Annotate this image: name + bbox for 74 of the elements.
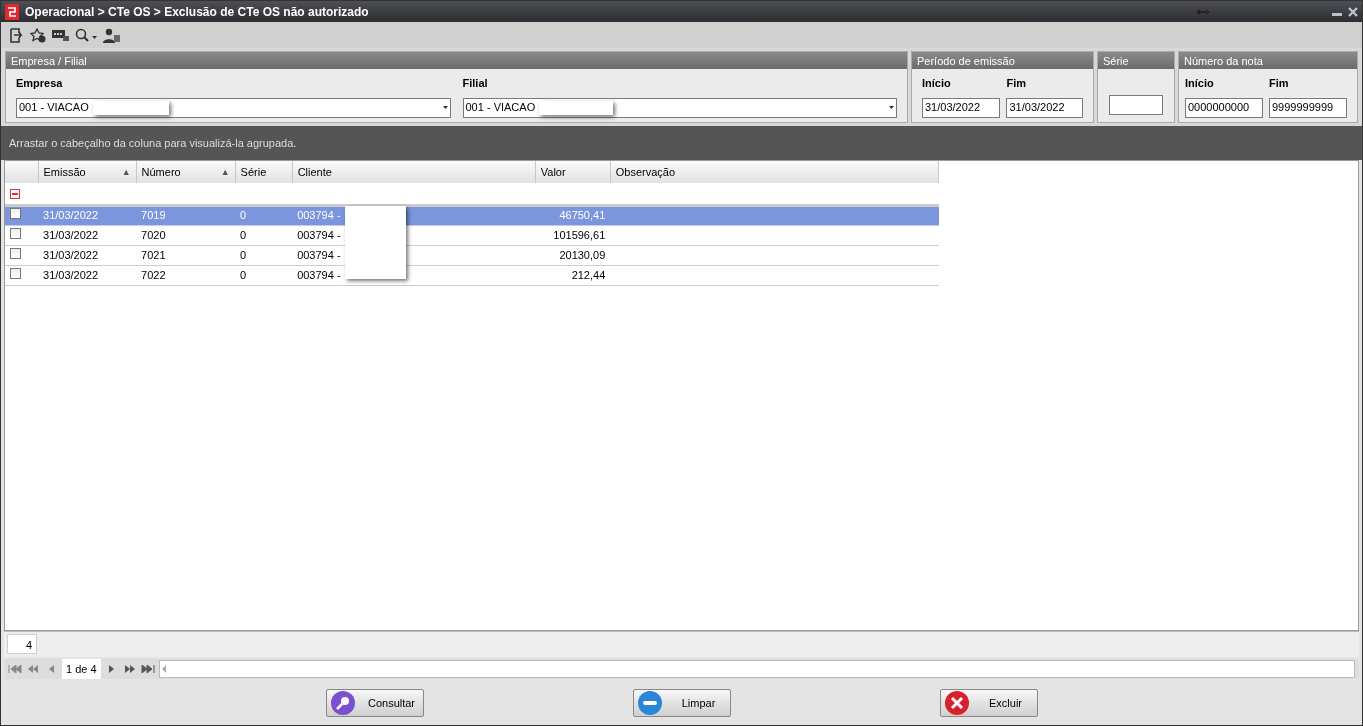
table-cell: 0 <box>240 228 247 241</box>
app-logo-icon <box>5 3 19 20</box>
table-cell: 7022 <box>141 268 166 281</box>
first-page-icon[interactable] <box>8 665 22 673</box>
group-hint-text: Arrastar o cabeçalho da coluna para visualizá-la agrupada. <box>9 137 297 149</box>
group-header: Empresa / Filial <box>6 52 907 69</box>
table-cell: 7021 <box>141 248 166 261</box>
table-cell: 003794 - <box>297 268 341 281</box>
column-header[interactable]: Valor <box>535 161 611 183</box>
key-icon <box>330 691 355 715</box>
close-icon[interactable] <box>1348 6 1358 17</box>
row-checkbox[interactable] <box>10 247 21 259</box>
table-cell: 003794 - <box>297 248 341 261</box>
record-count: 4 <box>7 634 37 654</box>
combo-box[interactable]: 001 - VIACAO <box>16 97 451 118</box>
filter-clear-icon[interactable] <box>10 189 20 200</box>
field-label: Fim <box>1006 76 1028 91</box>
limpar-button[interactable]: Limpar <box>632 689 731 717</box>
table-cell: 7020 <box>141 228 166 241</box>
input-field[interactable]: 31/03/2022 <box>1006 97 1083 118</box>
column-header[interactable]: Série <box>235 161 293 183</box>
chat-lock-icon[interactable] <box>52 28 69 42</box>
column-header[interactable]: Cliente <box>292 161 536 183</box>
field-label: Empresa <box>16 76 64 91</box>
row-checkbox[interactable] <box>10 227 21 239</box>
table-cell: 31/03/2022 <box>43 228 99 241</box>
sort-arrow: ▲ <box>220 165 230 179</box>
input-field[interactable]: 0000000000 <box>1185 97 1263 118</box>
combo-box[interactable]: 001 - VIACAO <box>462 97 897 118</box>
dropdown-arrow-icon[interactable] <box>889 106 894 109</box>
table-cell: 003794 - <box>297 209 341 222</box>
dropdown-arrow-icon[interactable] <box>442 106 448 109</box>
input-field[interactable] <box>1109 95 1163 115</box>
column-header[interactable]: Observação <box>610 161 939 183</box>
field-label: Fim <box>1269 76 1290 91</box>
table-cell: 7019 <box>141 209 166 222</box>
row-checkbox[interactable] <box>10 267 21 279</box>
window-title: Operacional > CTe OS > Exclusão de CTe OS não autorizado <box>25 3 370 21</box>
table-cell: 31/03/2022 <box>43 209 99 222</box>
table-cell: 31/03/2022 <box>43 268 99 281</box>
column-header[interactable]: Emissão ▲ <box>38 161 137 183</box>
input-field[interactable]: 9999999999 <box>1269 97 1347 118</box>
last-page-icon[interactable] <box>140 665 155 673</box>
exit-icon[interactable] <box>9 27 24 43</box>
horizontal-scrollbar[interactable] <box>158 660 1355 678</box>
consultar-button[interactable]: Consultar <box>325 689 424 717</box>
group-header: Número da nota <box>1179 52 1357 69</box>
field-label: Início <box>922 76 952 91</box>
page-indicator: 1 de 4 <box>62 658 101 680</box>
group-header: Série <box>1098 52 1174 69</box>
star-add-icon[interactable] <box>30 27 46 43</box>
field-label: Filial <box>462 76 489 91</box>
close-icon <box>944 691 969 715</box>
next-page-icon[interactable] <box>122 665 137 673</box>
sort-arrow: ▲ <box>121 165 131 179</box>
table-cell: 46750,41 <box>559 209 606 222</box>
table-cell: 101596,61 <box>553 228 606 241</box>
field-label: Início <box>1185 76 1215 91</box>
table-cell: 212,44 <box>571 268 606 281</box>
minus-icon <box>637 691 662 715</box>
table-cell: 0 <box>240 248 247 261</box>
previous-page-icon[interactable] <box>26 665 40 673</box>
input-field[interactable]: 31/03/2022 <box>922 97 1001 118</box>
search-icon[interactable] <box>75 27 97 43</box>
table-cell: 31/03/2022 <box>43 248 99 261</box>
table-cell: 0 <box>240 209 247 222</box>
column-header[interactable]: Número ▲ <box>136 161 236 183</box>
group-header: Período de emissão <box>912 52 1093 69</box>
excluir-button[interactable]: Excluir <box>939 689 1038 717</box>
row-checkbox[interactable] <box>10 208 21 220</box>
table-cell: 0 <box>240 268 247 281</box>
table-cell: 003794 - <box>297 228 341 241</box>
user-icon[interactable] <box>103 27 120 43</box>
table-cell: 20130,09 <box>559 248 606 261</box>
